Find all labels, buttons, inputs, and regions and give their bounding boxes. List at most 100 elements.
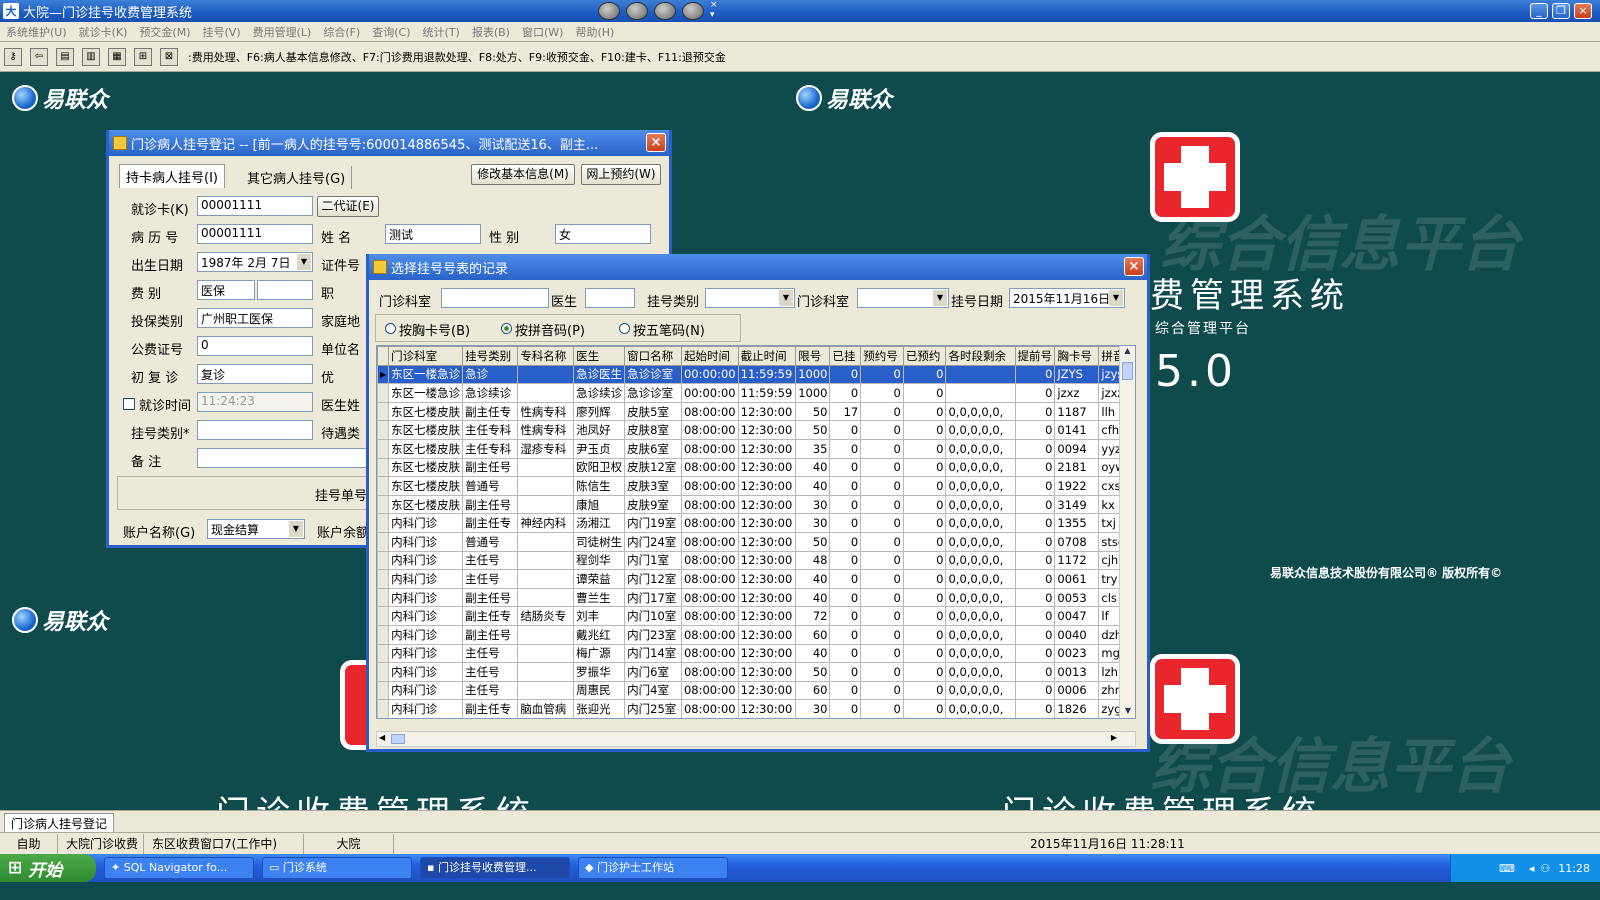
table-cell[interactable]: 0 [902, 420, 947, 440]
table-row[interactable]: 内科门诊 副主任专 脑血管病 张迎光 内门25室 08:00:00 12:30:00 30 0 0… [377, 699, 1135, 718]
table-cell[interactable]: 0 [1014, 587, 1056, 608]
table-cell[interactable]: 0 [860, 569, 904, 589]
table-cell[interactable]: 3149 [1054, 494, 1100, 515]
keyboard-icon[interactable]: ⌨ [1499, 862, 1515, 875]
table-cell[interactable]: 0 [829, 513, 862, 533]
tab-other-patient[interactable]: 其它病人挂号(G) [241, 166, 353, 189]
table-cell[interactable]: 主任专科 [462, 420, 519, 440]
row-header[interactable] [377, 476, 390, 496]
record-input[interactable]: 00001111 [197, 224, 313, 244]
table-cell[interactable]: 08:00:00 [680, 643, 739, 664]
table-cell[interactable]: 急诊医生 [573, 364, 626, 385]
table-cell[interactable]: 内门14室 [624, 643, 682, 664]
revisit-input[interactable]: 复诊 [197, 364, 313, 384]
schedule-grid[interactable]: 门诊科室 挂号类别 专科名称 医生 窗口名称 起始时间 截止时间 限号 已挂 预… [376, 345, 1136, 719]
table-cell[interactable]: 0,0,0,0,0, [945, 606, 1016, 626]
table-cell[interactable]: 0094 [1054, 438, 1100, 459]
row-header[interactable] [377, 624, 390, 645]
task-registration-fee[interactable]: ▪ 门诊挂号收费管理... [420, 857, 570, 879]
table-cell[interactable]: 12:30:00 [737, 401, 797, 422]
column-header[interactable]: 预约号 [860, 346, 904, 366]
table-cell[interactable]: 0 [860, 624, 904, 645]
table-cell[interactable]: 1922 [1054, 476, 1100, 496]
gender-input[interactable]: 女 [555, 224, 651, 244]
table-cell[interactable]: 东区七楼皮肤 [388, 457, 464, 478]
table-cell[interactable]: 30 [795, 494, 831, 515]
hscroll-thumb[interactable] [391, 734, 405, 744]
collapse-icon[interactable]: × ▾ [710, 0, 718, 20]
table-cell[interactable]: 12:30:00 [737, 438, 797, 459]
table-cell[interactable]: 0 [1014, 662, 1056, 682]
table-cell[interactable]: 0,0,0,0,0, [945, 643, 1016, 664]
table-cell[interactable]: 1826 [1054, 699, 1100, 718]
table-cell[interactable]: 0 [860, 457, 904, 478]
table-cell[interactable]: 司徒树生 [573, 531, 626, 552]
table-cell[interactable]: 11:59:59 [737, 364, 797, 385]
table-cell[interactable]: 0 [1014, 438, 1056, 459]
menu-card[interactable]: 就诊卡(K) [73, 24, 134, 40]
table-cell[interactable]: 0 [902, 438, 947, 459]
table-cell[interactable]: 50 [795, 531, 831, 552]
table-cell[interactable]: 副主任专 [462, 513, 519, 533]
table-cell[interactable]: 尹玉贞 [573, 438, 626, 459]
table-cell[interactable]: 0 [860, 438, 904, 459]
table-cell[interactable]: 内科门诊 [388, 662, 464, 682]
menu-report[interactable]: 报表(B) [466, 24, 516, 40]
table-cell[interactable] [517, 569, 575, 589]
table-cell[interactable]: 0 [1014, 531, 1056, 552]
table-cell[interactable]: 0013 [1054, 662, 1100, 682]
toolbar-circle-icon[interactable] [626, 2, 648, 20]
table-cell[interactable]: 普通号 [462, 476, 519, 496]
table-cell[interactable]: 12:30:00 [737, 662, 797, 682]
grid-vertical-scrollbar[interactable]: ▲ ▼ [1119, 346, 1135, 718]
table-row[interactable]: 内科门诊 主任号 周惠民 内门4室 08:00:00 12:30:00 60 0 0 0 0,0,0… [377, 680, 1135, 701]
table-cell[interactable]: 08:00:00 [680, 438, 739, 459]
table-cell[interactable]: 00:00:00 [680, 383, 739, 403]
visit-time-input[interactable]: 11:24:23 [197, 392, 313, 412]
table-cell[interactable]: 主任号 [462, 662, 519, 682]
table-cell[interactable]: 0 [1014, 494, 1056, 515]
table-cell[interactable]: 普通号 [462, 531, 519, 552]
table-cell[interactable] [517, 531, 575, 552]
table-cell[interactable]: 0 [1014, 457, 1056, 478]
row-header[interactable] [377, 680, 390, 701]
table-cell[interactable]: 08:00:00 [680, 494, 739, 515]
grid-horizontal-scrollbar[interactable]: ◀ ▶ [376, 731, 1136, 747]
table-cell[interactable]: 0 [1014, 643, 1056, 664]
menu-query[interactable]: 查询(C) [366, 24, 416, 40]
table-cell[interactable]: 0 [902, 457, 947, 478]
table-cell[interactable]: 内门6室 [624, 662, 682, 682]
column-header[interactable]: 挂号类别 [462, 346, 519, 366]
menu-fee[interactable]: 费用管理(L) [247, 24, 318, 40]
table-cell[interactable]: 0 [902, 364, 947, 385]
table-row[interactable]: 内科门诊 主任号 罗振华 内门6室 08:00:00 12:30:00 50 0 0 0 0,0,0… [377, 662, 1135, 682]
table-cell[interactable]: 0 [829, 364, 862, 385]
table-cell[interactable]: 0 [860, 643, 904, 664]
table-cell[interactable]: 0 [829, 624, 862, 645]
table-cell[interactable]: 12:30:00 [737, 476, 797, 496]
table-cell[interactable]: 皮肤5室 [624, 401, 682, 422]
table-cell[interactable]: 0 [1014, 513, 1056, 533]
column-header[interactable]: 胸卡号 [1054, 346, 1100, 366]
toolbar-circle-icon[interactable] [682, 2, 704, 20]
row-header[interactable] [377, 569, 390, 589]
table-cell[interactable]: 2181 [1054, 457, 1100, 478]
online-booking-button[interactable]: 网上预约(W) [581, 164, 661, 185]
column-header[interactable]: 各时段剩余 [945, 346, 1016, 366]
table-cell[interactable]: 副主任号 [462, 457, 519, 478]
table-cell[interactable]: 40 [795, 476, 831, 496]
table-cell[interactable]: 0 [1014, 383, 1056, 403]
table-cell[interactable]: 0 [829, 606, 862, 626]
name-input[interactable]: 测试 [385, 224, 481, 244]
table-cell[interactable]: 0 [860, 420, 904, 440]
chevron-down-icon[interactable]: ▼ [933, 290, 947, 306]
account-select[interactable]: 现金结算 ▼ [207, 519, 305, 539]
table-cell[interactable] [517, 643, 575, 664]
table-cell[interactable]: 性病专科 [517, 401, 575, 422]
table-cell[interactable]: 内科门诊 [388, 587, 464, 608]
modify-info-button[interactable]: 修改基本信息(M) [471, 164, 575, 185]
table-cell[interactable]: 12:30:00 [737, 494, 797, 515]
row-header[interactable] [377, 383, 390, 403]
table-cell[interactable]: 0047 [1054, 606, 1100, 626]
table-cell[interactable]: 廖列辉 [573, 401, 626, 422]
